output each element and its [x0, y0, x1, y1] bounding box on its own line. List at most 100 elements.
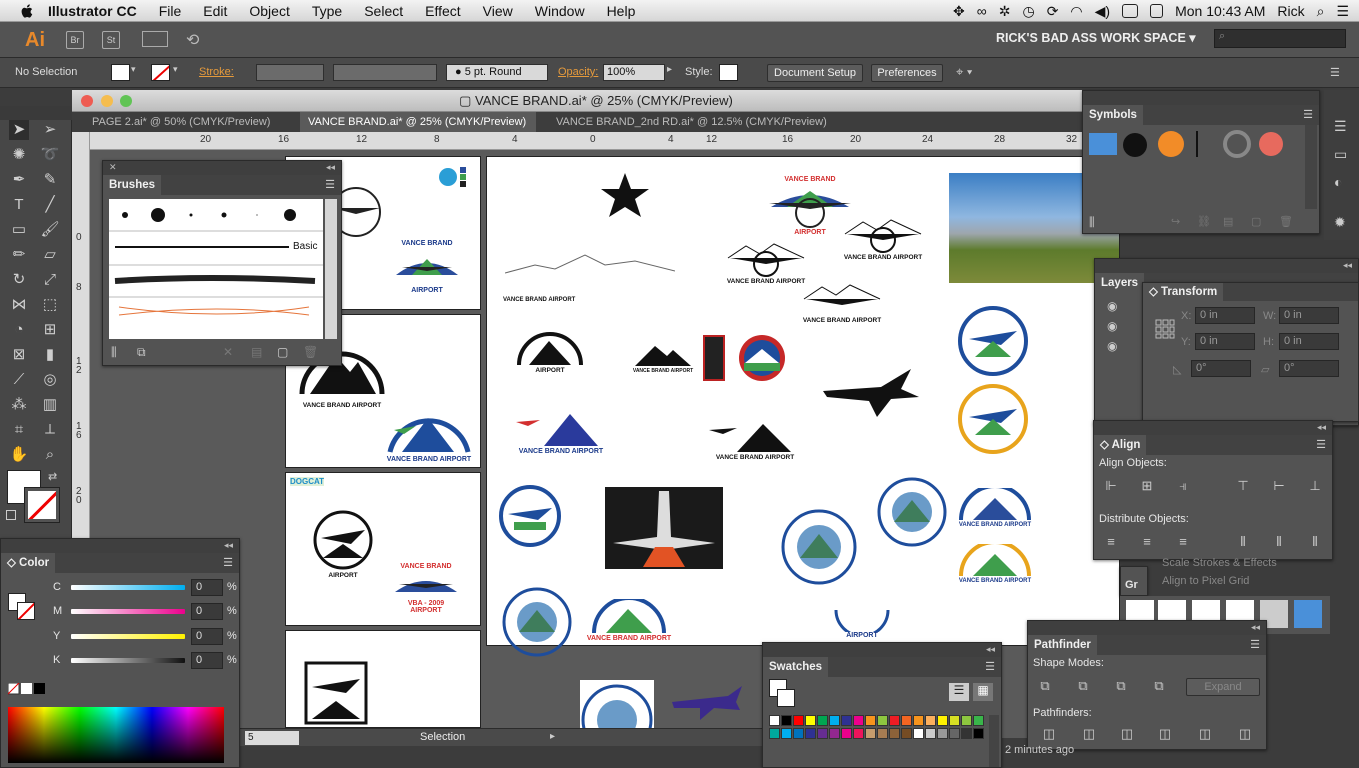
preferences-button[interactable]: Preferences — [871, 64, 943, 82]
distribute-bottom-icon[interactable]: ≡ — [1174, 533, 1192, 551]
exclude-icon[interactable]: ⧉ — [1150, 677, 1168, 695]
none-black-white-swatches[interactable] — [7, 682, 48, 695]
panel-header[interactable] — [1, 539, 239, 553]
stroke-weight-field[interactable] — [256, 64, 324, 81]
channel-c-slider[interactable] — [71, 585, 185, 590]
tab-vance-brand[interactable]: VANCE BRAND.ai* @ 25% (CMYK/Preview) — [300, 112, 536, 132]
dock-stroke-icon[interactable]: ▭ — [1334, 146, 1347, 163]
line-segment-tool-icon[interactable]: ╱ — [40, 195, 60, 215]
wifi-icon[interactable]: ◠ — [1070, 3, 1082, 20]
list-view-icon[interactable]: ☰ — [949, 683, 969, 701]
creative-cloud-icon[interactable]: ∞ — [977, 3, 987, 19]
notification-center-icon[interactable]: ☰ — [1336, 3, 1349, 20]
menubar-user[interactable]: Rick — [1277, 3, 1304, 19]
sync-icon[interactable]: ⟳ — [1047, 3, 1059, 20]
color-swatch[interactable] — [769, 728, 780, 739]
status-menu-icon[interactable]: ▸ — [550, 731, 555, 742]
artboard-3[interactable]: DOGCAT AIRPORT VANCE BRAND VBA - 2009 AI… — [285, 472, 481, 626]
stroke-label[interactable]: Stroke: — [199, 66, 234, 78]
swatches-scrollbar[interactable] — [989, 715, 999, 767]
color-swatch[interactable] — [781, 728, 792, 739]
collapse-panel-icon[interactable]: ◂◂ — [224, 540, 233, 551]
default-fill-stroke-icon[interactable] — [6, 510, 16, 520]
free-transform-tool-icon[interactable]: ⬚ — [40, 295, 60, 315]
swatch-grid[interactable] — [769, 715, 985, 767]
color-swatch[interactable] — [805, 715, 816, 726]
calendar-icon[interactable] — [1150, 4, 1164, 18]
transform-w-field[interactable]: 0 in — [1279, 307, 1339, 324]
minimize-window-button[interactable] — [101, 95, 113, 107]
close-window-button[interactable] — [81, 95, 93, 107]
minus-back-icon[interactable]: ◫ — [1236, 725, 1254, 743]
distribute-vertical-center-icon[interactable]: ≡ — [1138, 533, 1156, 551]
direct-selection-tool-icon[interactable]: ➢ — [40, 120, 60, 140]
horizontal-ruler[interactable]: 20 16 12 8 4 0 4 12 16 20 24 28 32 — [90, 132, 1120, 150]
color-swatch[interactable] — [853, 715, 864, 726]
menu-effect[interactable]: Effect — [425, 3, 461, 19]
collapse-panel-icon[interactable]: ◂◂ — [326, 162, 335, 173]
layer-visibility-icon[interactable]: ◉ — [1107, 319, 1117, 333]
scale-tool-icon[interactable]: ⤢ — [40, 270, 60, 290]
width-tool-icon[interactable]: ⋈ — [9, 295, 29, 315]
color-swatch[interactable] — [973, 728, 984, 739]
distribute-horizontal-center-icon[interactable]: ⦀ — [1270, 533, 1288, 551]
menu-view[interactable]: View — [483, 3, 513, 19]
crop-icon[interactable]: ◫ — [1156, 725, 1174, 743]
shape-builder-tool-icon[interactable]: ◔ — [9, 320, 29, 340]
stock-button[interactable]: St — [102, 31, 120, 49]
color-swatch[interactable] — [829, 715, 840, 726]
delete-symbol-icon[interactable]: 🗑 — [1279, 215, 1293, 228]
panel-header[interactable] — [763, 643, 1001, 657]
distribute-left-icon[interactable]: ⦀ — [1234, 533, 1252, 551]
apple-icon[interactable] — [18, 2, 36, 20]
thumbnail-view-icon[interactable]: ▦ — [973, 683, 993, 701]
color-swatch[interactable] — [877, 715, 888, 726]
dock-graphic-styles-icon[interactable]: ✹ — [1334, 214, 1346, 231]
stroke-dropdown-icon[interactable]: ▾ — [173, 64, 178, 75]
color-swatch[interactable] — [817, 728, 828, 739]
color-swatch[interactable] — [889, 715, 900, 726]
swatches-stroke-box[interactable] — [777, 689, 795, 707]
brush-definition-dropdown[interactable]: ● 5 pt. Round — [446, 64, 548, 81]
tab-brushes[interactable]: Brushes — [103, 175, 162, 195]
selection-tool-icon[interactable]: ➤ — [9, 120, 29, 140]
volume-icon[interactable]: ◀) — [1095, 3, 1110, 20]
symbol-library-grid[interactable] — [1085, 125, 1307, 211]
arrange-documents-icon[interactable] — [142, 31, 168, 47]
color-swatch[interactable] — [817, 715, 828, 726]
transform-y-field[interactable]: 0 in — [1195, 333, 1255, 350]
panel-menu-icon[interactable]: ☰ — [1303, 108, 1313, 121]
transform-h-field[interactable]: 0 in — [1279, 333, 1339, 350]
main-artboard[interactable]: VANCE BRAND AIRPORT VANCE BRAND AIRPORT … — [486, 156, 1120, 657]
brush-list-scrollbar[interactable] — [325, 199, 337, 339]
brush-library-list[interactable] — [109, 199, 323, 339]
bluetooth-icon[interactable]: ✲ — [999, 3, 1011, 20]
expand-button[interactable]: Expand — [1186, 678, 1260, 696]
menu-help[interactable]: Help — [607, 3, 636, 19]
blend-tool-icon[interactable]: ◎ — [40, 370, 60, 390]
color-swatch[interactable] — [829, 728, 840, 739]
align-pixel-grid-option[interactable]: Align to Pixel Grid — [1162, 575, 1249, 587]
zoom-tool-icon[interactable]: ⌕ — [40, 445, 60, 465]
menu-window[interactable]: Window — [535, 3, 585, 19]
opacity-field[interactable]: 100% — [603, 64, 665, 81]
align-bottom-icon[interactable]: ⊥ — [1306, 477, 1324, 495]
color-swatch[interactable] — [937, 728, 948, 739]
align-left-icon[interactable]: ⊩ — [1102, 477, 1120, 495]
hand-tool-icon[interactable]: ✋ — [9, 445, 29, 465]
symbol-options-icon[interactable]: ▤ — [1223, 215, 1233, 228]
tab-layers[interactable]: Layers — [1095, 273, 1145, 293]
column-graph-tool-icon[interactable]: ▥ — [40, 395, 60, 415]
variable-width-profile[interactable] — [333, 64, 437, 81]
panel-header[interactable] — [103, 161, 341, 175]
align-right-icon[interactable]: ⫣ — [1174, 477, 1192, 495]
workspace-switcher[interactable]: RICK'S BAD ASS WORK SPACE ▾ — [996, 30, 1196, 45]
reference-point-icon[interactable] — [1155, 319, 1175, 339]
collapse-panel-icon[interactable]: ◂◂ — [1343, 260, 1352, 271]
dock-appearance-icon[interactable]: ◐ — [1334, 174, 1342, 190]
collapse-panel-icon[interactable]: ◂◂ — [986, 644, 995, 655]
menu-select[interactable]: Select — [364, 3, 403, 19]
color-swatch[interactable] — [925, 715, 936, 726]
document-setup-button[interactable]: Document Setup — [767, 64, 863, 82]
paintbrush-tool-icon[interactable]: 🖌 — [40, 220, 60, 240]
